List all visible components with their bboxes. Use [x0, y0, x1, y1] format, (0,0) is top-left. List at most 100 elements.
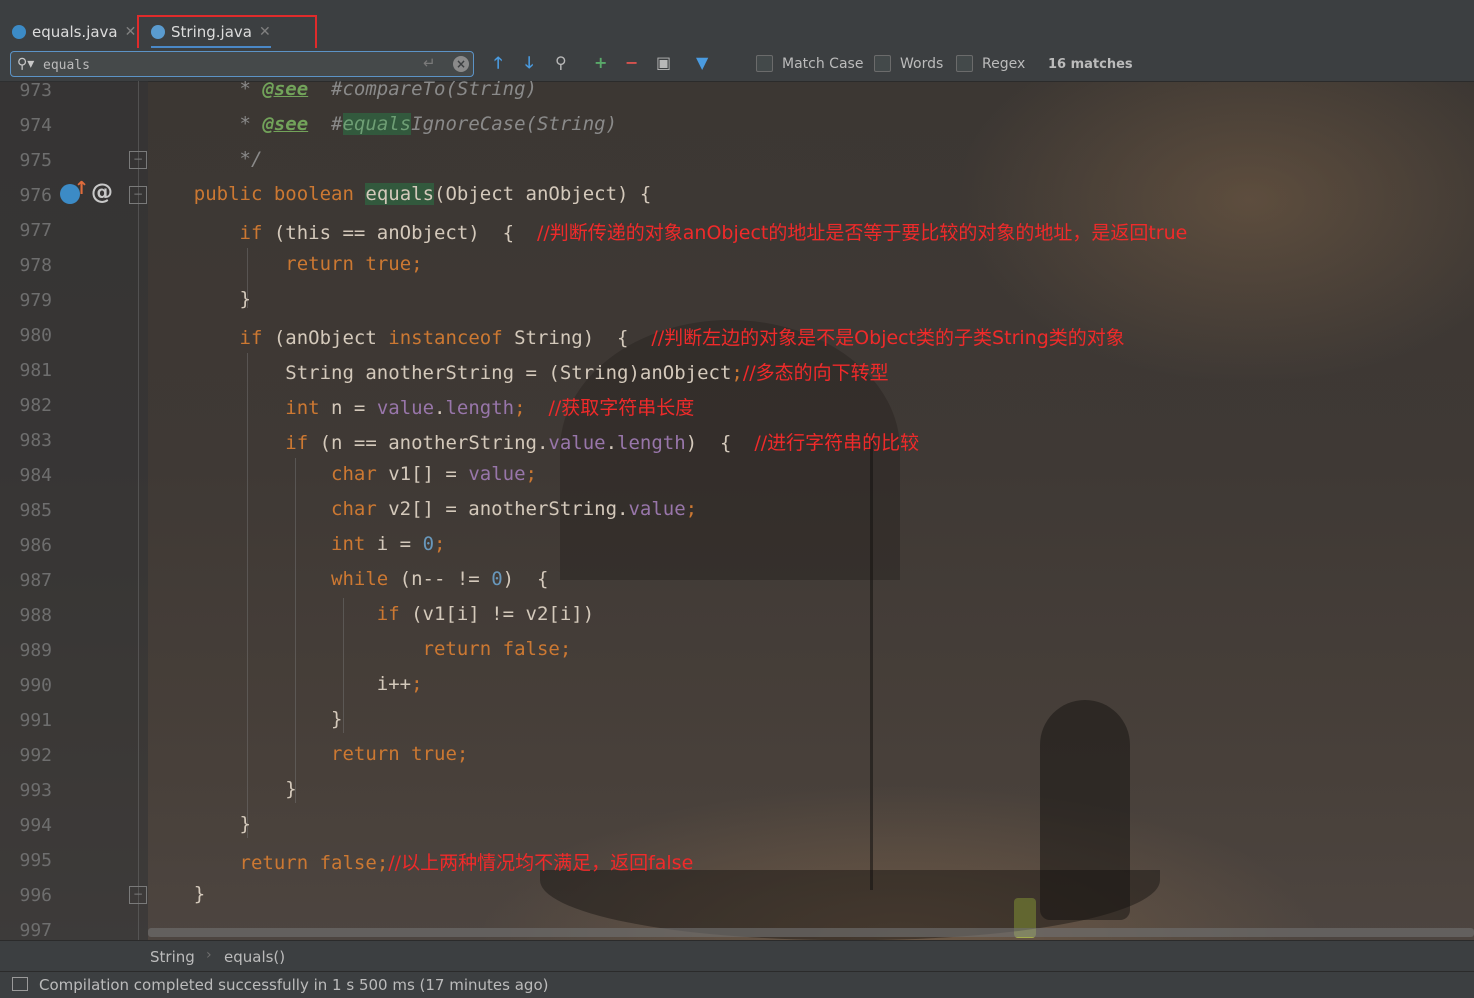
next-occurrence-icon[interactable]: 🡓	[525, 54, 533, 72]
line-number: 982	[19, 395, 52, 416]
override-arrow-icon: ↑	[74, 178, 90, 199]
fold-end-icon[interactable]: −	[129, 151, 147, 169]
code-line-975[interactable]: */	[148, 148, 263, 170]
code-line-981[interactable]: String anotherString = (String)anObject;…	[148, 358, 889, 385]
code-line-987[interactable]: while (n-- != 0) {	[148, 568, 548, 590]
chevron-right-icon: ›	[206, 947, 212, 963]
line-number: 977	[19, 220, 52, 241]
status-bar: Compilation completed successfully in 1 …	[0, 971, 1474, 998]
line-number: 979	[19, 290, 52, 311]
line-number: 991	[19, 710, 52, 731]
code-line-979[interactable]: }	[148, 288, 251, 310]
code-line-988[interactable]: if (v1[i] != v2[i])	[148, 603, 594, 625]
code-line-986[interactable]: int i = 0;	[148, 533, 445, 555]
line-number: 993	[19, 780, 52, 801]
regex-checkbox[interactable]: Regex	[956, 55, 1025, 72]
line-number: 996	[19, 885, 52, 906]
line-number: 989	[19, 640, 52, 661]
select-all-occurrences-icon[interactable]: ▣	[656, 54, 671, 72]
code-line-989[interactable]: return false;	[148, 638, 572, 660]
line-number: 983	[19, 430, 52, 451]
horizontal-scrollbar[interactable]	[148, 928, 1474, 937]
line-number: 995	[19, 850, 52, 871]
checkbox-box[interactable]	[874, 55, 891, 72]
at-icon[interactable]: @	[91, 180, 113, 205]
line-number: 980	[19, 325, 52, 346]
annotation-comment: //判断左边的对象是不是Object类的子类String类的对象	[651, 327, 1125, 349]
checkbox-label: Match Case	[782, 55, 864, 72]
annotation-comment: //获取字符串长度	[548, 397, 695, 419]
checkbox-box[interactable]	[756, 55, 773, 72]
newline-icon[interactable]: ↵	[423, 54, 436, 72]
line-number: 978	[19, 255, 52, 276]
fold-start-icon[interactable]: −	[129, 186, 147, 204]
code-line-992[interactable]: return true;	[148, 743, 468, 765]
find-all-icon[interactable]: ⚲	[555, 54, 567, 72]
line-number: 987	[19, 570, 52, 591]
code-line-974[interactable]: * @see #equalsIgnoreCase(String)	[148, 113, 617, 135]
code-line-993[interactable]: }	[148, 778, 296, 800]
editor-tab-bar: equals.java ✕ String.java ✕	[0, 0, 1474, 55]
code-line-995[interactable]: return false;//以上两种情况均不满足，返回false	[148, 848, 694, 875]
tab-label: equals.java	[32, 23, 118, 41]
code-line-973[interactable]: * @see #compareTo(String)	[148, 78, 537, 100]
status-message[interactable]: Compilation completed successfully in 1 …	[39, 976, 548, 994]
line-number: 974	[19, 115, 52, 136]
line-number: 981	[19, 360, 52, 381]
annotation-comment: //以上两种情况均不满足，返回false	[388, 852, 694, 874]
breadcrumb-class[interactable]: String	[150, 948, 195, 966]
line-number: 994	[19, 815, 52, 836]
java-class-icon	[12, 25, 26, 39]
match-case-checkbox[interactable]: Match Case	[756, 55, 863, 72]
code-line-990[interactable]: i++;	[148, 673, 423, 695]
line-number: 988	[19, 605, 52, 626]
line-number: 992	[19, 745, 52, 766]
search-icon[interactable]: ⚲▾	[17, 56, 34, 72]
line-number: 975	[19, 150, 52, 171]
fold-end-icon[interactable]: −	[129, 886, 147, 904]
code-line-983[interactable]: if (n == anotherString.value.length) { /…	[148, 428, 919, 455]
annotation-comment: //判断传递的对象anObject的地址是否等于要比较的对象的地址，是返回tru…	[536, 222, 1188, 244]
code-line-980[interactable]: if (anObject instanceof String) { //判断左边…	[148, 323, 1125, 350]
code-line-994[interactable]: }	[148, 813, 251, 835]
search-input[interactable]	[41, 54, 415, 76]
line-number: 997	[19, 920, 52, 941]
line-number: 984	[19, 465, 52, 486]
checkbox-label: Words	[900, 55, 944, 72]
breadcrumb-method[interactable]: equals()	[224, 948, 285, 966]
code-line-991[interactable]: }	[148, 708, 342, 730]
match-count: 16 matches	[1048, 57, 1133, 72]
code-line-978[interactable]: return true;	[148, 253, 422, 275]
line-number: 990	[19, 675, 52, 696]
remove-occurrence-icon[interactable]: −	[625, 54, 638, 72]
annotation-comment: //进行字符串的比较	[754, 432, 920, 454]
code-line-976[interactable]: public boolean equals(Object anObject) {	[148, 183, 651, 205]
annotation-comment: //多态的向下转型	[742, 362, 889, 384]
search-match: equals	[365, 183, 435, 205]
code-line-984[interactable]: char v1[] = value;	[148, 463, 537, 485]
breadcrumb: String › equals()	[0, 940, 1474, 971]
background-mast	[870, 440, 873, 890]
search-match: equals	[342, 113, 412, 135]
clear-icon[interactable]: ×	[453, 56, 469, 72]
gutter-divider	[138, 81, 139, 940]
code-line-982[interactable]: int n = value.length; //获取字符串长度	[148, 393, 694, 420]
find-bar: ⚲▾ ↵ × 🡑 🡓 ⚲ + − ▣ ▼ Match Case Words Re…	[0, 48, 1474, 82]
close-icon[interactable]: ✕	[125, 24, 137, 40]
filter-icon[interactable]: ▼	[696, 54, 708, 72]
code-line-985[interactable]: char v2[] = anotherString.value;	[148, 498, 697, 520]
code-line-996[interactable]: }	[148, 883, 205, 905]
search-box: ⚲▾ ↵ ×	[10, 51, 474, 77]
line-number: 973	[19, 80, 52, 101]
words-checkbox[interactable]: Words	[874, 55, 943, 72]
checkbox-label: Regex	[982, 55, 1026, 72]
previous-occurrence-icon[interactable]: 🡑	[494, 54, 502, 72]
code-line-977[interactable]: if (this == anObject) { //判断传递的对象anObjec…	[148, 218, 1188, 245]
line-number: 985	[19, 500, 52, 521]
add-occurrence-icon[interactable]: +	[594, 54, 607, 72]
tab-equals-java[interactable]: equals.java ✕	[12, 18, 136, 46]
checkbox-box[interactable]	[956, 55, 973, 72]
line-number: 976	[19, 185, 52, 206]
line-number: 986	[19, 535, 52, 556]
tool-window-icon[interactable]	[12, 977, 28, 991]
